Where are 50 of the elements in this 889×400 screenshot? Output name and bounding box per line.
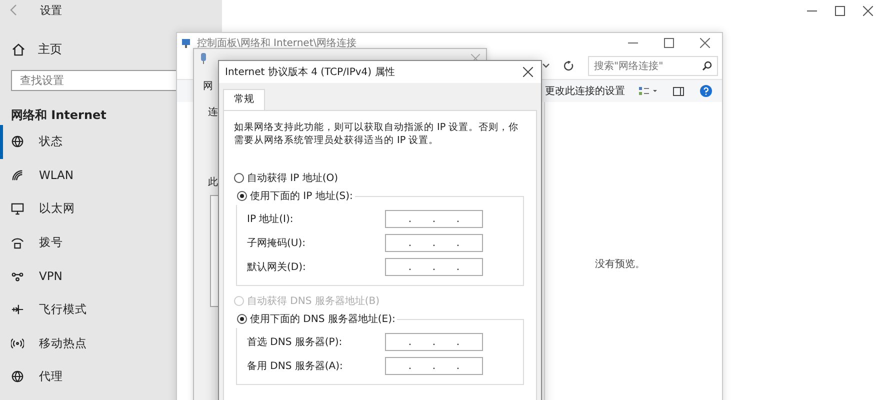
dialog-title: Internet 协议版本 4 (TCP/IPv4) 属性 (225, 66, 395, 79)
radio-button[interactable] (234, 173, 244, 183)
window-title: 控制面板\网络和 Internet\网络连接 (197, 36, 357, 50)
field-label: 备用 DNS 服务器(A): (247, 360, 343, 373)
radio-label[interactable]: 自动获得 IP 地址(O) (247, 171, 338, 185)
field-label: 子网掩码(U): (247, 237, 306, 250)
network-icon (181, 38, 193, 48)
field-label: 首选 DNS 服务器(P): (247, 336, 342, 349)
field-label: IP 地址(I): (247, 212, 294, 226)
globe-icon (11, 135, 24, 148)
label: 此 (208, 176, 218, 189)
close-icon[interactable] (523, 67, 533, 77)
vpn-icon (11, 270, 24, 283)
chevron-down-icon[interactable] (542, 63, 550, 69)
maximize-icon[interactable] (664, 38, 674, 48)
view-options-icon[interactable] (639, 86, 657, 96)
search-icon (702, 61, 712, 71)
preview-pane-icon[interactable] (673, 86, 684, 96)
preview-message: 没有预览。 (595, 258, 645, 271)
airplane-icon (11, 303, 24, 316)
radio-label[interactable]: 使用下面的 DNS 服务器地址(E): (250, 312, 396, 326)
field-label: 默认网关(D): (247, 260, 306, 274)
label: 连 (208, 106, 218, 119)
close-icon[interactable] (700, 38, 710, 48)
adapter-icon (200, 52, 207, 64)
wifi-icon (11, 168, 24, 182)
monitor-icon (11, 202, 24, 216)
home-icon (12, 42, 25, 56)
maximize-icon[interactable] (835, 6, 845, 16)
ip-address-field[interactable]: . . . (385, 210, 483, 228)
ip-address-field[interactable]: . . . (385, 333, 483, 351)
refresh-icon[interactable] (564, 61, 574, 71)
radio-button[interactable] (237, 314, 247, 324)
phone-icon (11, 236, 24, 250)
description-text: 如果网络支持此功能，则可以获取自动指派的 IP 设置。否则，你需要从网络系统管理员处获得适当的 IP 设置。 (234, 121, 520, 147)
ip-address-field[interactable]: . . . (385, 357, 483, 375)
close-icon[interactable] (863, 6, 873, 16)
antenna-icon (11, 336, 24, 350)
ip-address-field[interactable]: . . . (385, 258, 483, 276)
section-heading: 网络和 Internet (10, 107, 106, 124)
ip-address-field[interactable]: . . . (385, 234, 483, 252)
toolbar-link[interactable]: 更改此连接的设置 (545, 84, 625, 98)
globe-icon (11, 370, 24, 384)
radio-button[interactable] (237, 191, 247, 201)
tab[interactable]: 常规 (223, 89, 265, 110)
radio-label[interactable]: 使用下面的 IP 地址(S): (250, 189, 353, 203)
tab[interactable]: 网 (203, 79, 213, 93)
home-link[interactable]: 主页 (0, 20, 62, 59)
window-title: 设置 (40, 2, 62, 18)
help-icon[interactable] (700, 85, 712, 97)
